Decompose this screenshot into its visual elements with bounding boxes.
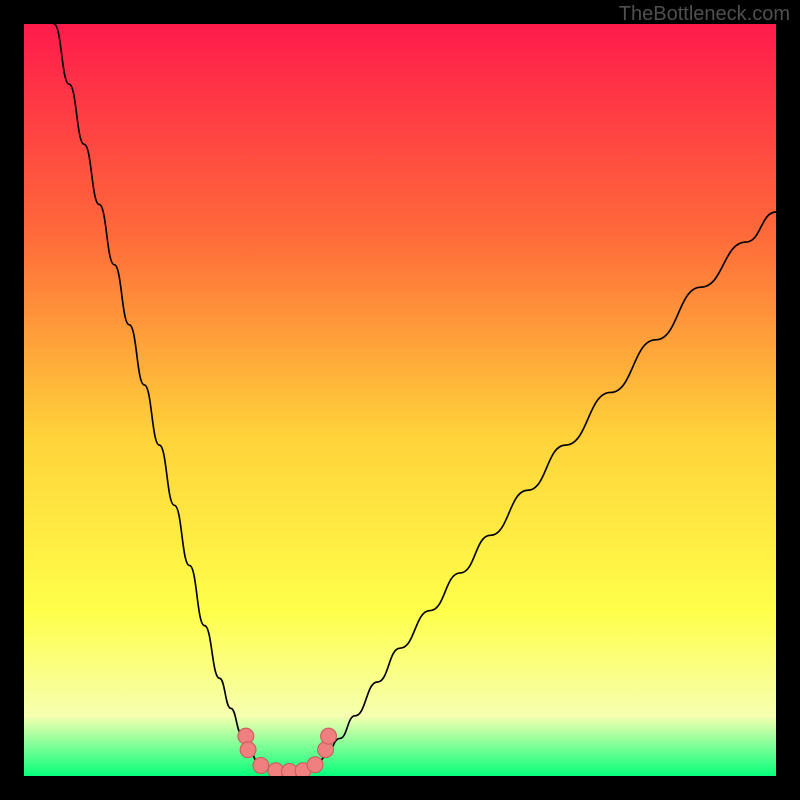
valley-marker	[321, 728, 337, 744]
bottleneck-chart	[24, 24, 776, 776]
chart-frame: TheBottleneck.com	[0, 0, 800, 800]
valley-marker	[240, 742, 256, 758]
valley-marker	[307, 757, 323, 773]
gradient-background	[24, 24, 776, 776]
valley-marker	[253, 758, 269, 774]
watermark-text: TheBottleneck.com	[619, 3, 790, 26]
